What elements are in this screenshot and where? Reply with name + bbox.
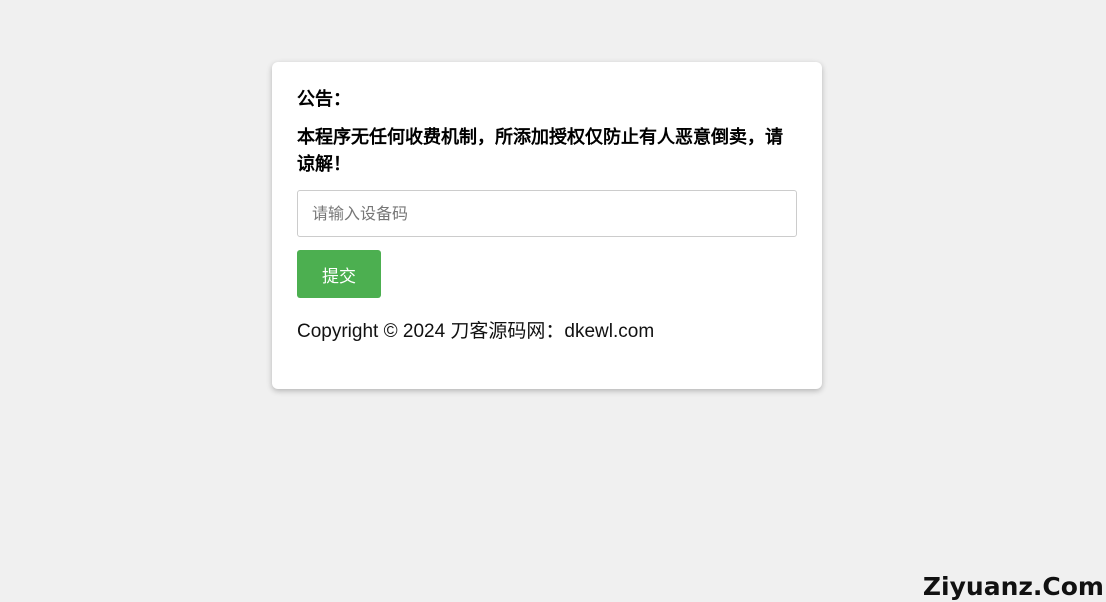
- notice-title: 公告：: [297, 89, 351, 110]
- copyright-text: Copyright © 2024 刀客源码网：dkewl.com: [297, 321, 655, 342]
- page: 公告： 本程序无任何收费机制，所添加授权仅防止有人恶意倒卖，请谅解！ 提交 Co…: [0, 0, 1106, 602]
- notice-card: 公告： 本程序无任何收费机制，所添加授权仅防止有人恶意倒卖，请谅解！ 提交 Co…: [272, 62, 822, 389]
- notice-text: 本程序无任何收费机制，所添加授权仅防止有人恶意倒卖，请谅解！: [297, 127, 783, 175]
- submit-button[interactable]: 提交: [297, 250, 381, 298]
- device-code-input[interactable]: [297, 190, 797, 237]
- watermark: Ziyuanz.Com: [922, 572, 1104, 601]
